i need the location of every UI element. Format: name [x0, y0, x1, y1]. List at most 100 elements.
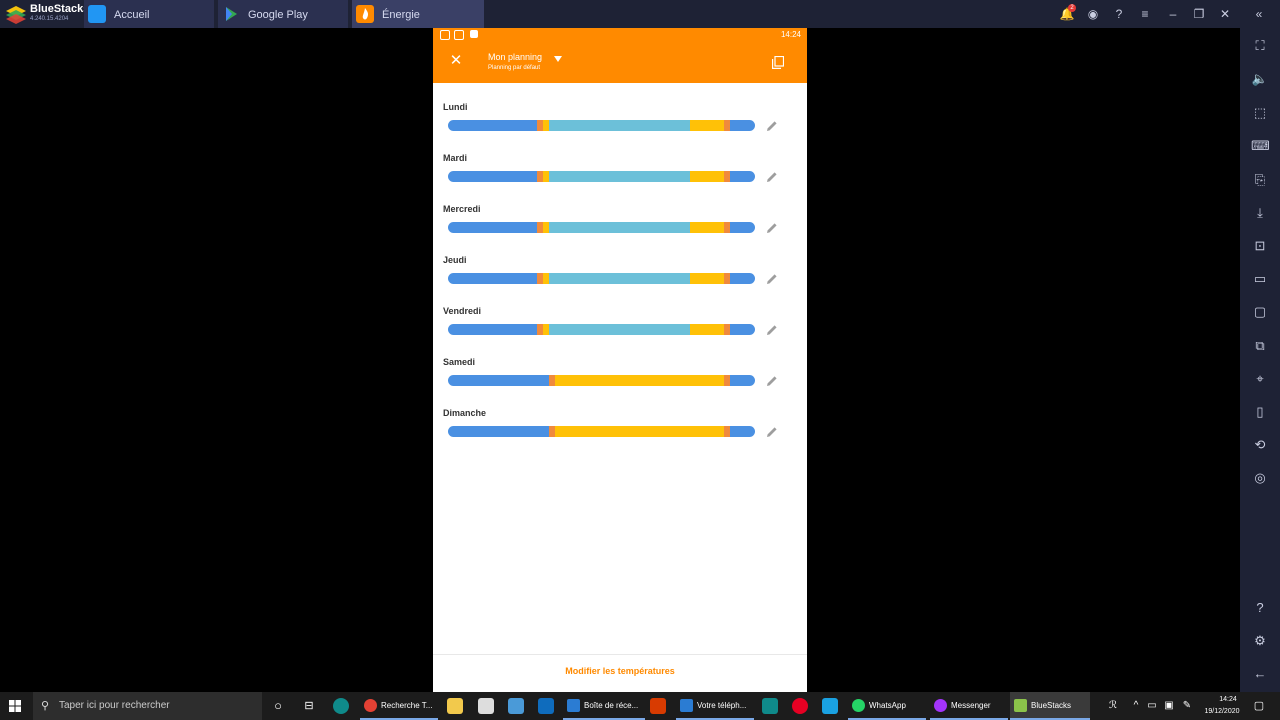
modify-temperatures-button[interactable]: Modifier les températures [433, 666, 807, 676]
copy-icon[interactable] [772, 56, 784, 69]
dropdown-arrow-icon[interactable] [554, 56, 562, 62]
taskbar-time[interactable]: 14:24 [1212, 696, 1244, 703]
task-view-icon[interactable]: ⊟ [301, 698, 317, 714]
schedule-segment [448, 120, 538, 131]
taskbar-app-phone[interactable]: Votre téléph... [676, 692, 754, 720]
planning-title[interactable]: Mon planning [488, 52, 542, 62]
office-icon[interactable] [650, 698, 666, 714]
schedule-segment [690, 120, 725, 131]
file-explorer-icon[interactable] [447, 698, 463, 714]
chrome-icon [364, 699, 377, 712]
day-schedule-bar[interactable] [448, 324, 755, 335]
shake-icon[interactable]: ▯ [1251, 403, 1269, 421]
cortana-icon[interactable]: ○ [270, 698, 286, 714]
home-icon [88, 5, 106, 23]
edit-pencil-icon[interactable] [766, 273, 778, 285]
tab-label: Google Play [248, 9, 308, 21]
minimize-icon[interactable]: – [1165, 6, 1181, 22]
taskbar-app-messenger[interactable]: Messenger [930, 692, 1008, 720]
battery-icon[interactable]: ▭ [1144, 698, 1160, 714]
screenshot-icon[interactable]: ⊡ [1251, 237, 1269, 255]
edit-pencil-icon[interactable] [766, 222, 778, 234]
day-schedule-bar[interactable] [448, 171, 755, 182]
instagram-icon [440, 30, 450, 40]
pen-icon[interactable]: ✎ [1179, 698, 1195, 714]
app-label: Boîte de réce... [584, 701, 639, 710]
keyboard-icon[interactable]: ⌨ [1251, 137, 1270, 155]
play-store-icon [226, 7, 237, 21]
action-center-icon[interactable]: ▢ [1251, 698, 1267, 714]
network-icon[interactable]: ▣ [1161, 698, 1177, 714]
status-time: 14:24 [780, 30, 801, 39]
edit-pencil-icon[interactable] [766, 120, 778, 132]
outlook-icon[interactable] [538, 698, 554, 714]
search-placeholder: Taper ici pour rechercher [59, 700, 170, 711]
schedule-segment [555, 375, 725, 386]
people-icon[interactable]: ℛ [1105, 698, 1121, 714]
edit-pencil-icon[interactable] [766, 324, 778, 336]
edit-pencil-icon[interactable] [766, 375, 778, 387]
schedule-segment [549, 273, 691, 284]
android-screen: 14:24 ✕ Mon planning Planning par défaut… [433, 28, 807, 692]
planning-subtitle[interactable]: Planning par défaut [488, 65, 540, 71]
help-sidebar-icon[interactable]: ? [1251, 599, 1269, 617]
edit-pencil-icon[interactable] [766, 426, 778, 438]
gamepad-icon[interactable]: ◎ [1251, 469, 1269, 487]
multi-instance-icon[interactable]: ⧉ [1251, 337, 1269, 355]
taskbar-search[interactable]: ⚲ Taper ici pour rechercher [33, 692, 262, 720]
tab-energie[interactable]: Énergie [352, 0, 484, 28]
pointer-icon[interactable]: ⬚ [1251, 104, 1269, 122]
edge-icon[interactable] [333, 698, 349, 714]
tab-accueil[interactable]: Accueil [84, 0, 214, 28]
app-label: Messenger [951, 701, 991, 710]
day-schedule-bar[interactable] [448, 222, 755, 233]
instagram-taskbar-icon[interactable] [762, 698, 778, 714]
day-label: Vendredi [443, 306, 482, 316]
bluestacks-version: 4.240.15.4204 [30, 16, 69, 22]
schedule-segment [549, 222, 691, 233]
day-schedule-bar[interactable] [448, 273, 755, 284]
help-icon[interactable]: ? [1111, 6, 1127, 22]
app-header: ✕ Mon planning Planning par défaut [433, 42, 807, 83]
location-icon[interactable]: ⌖ [1251, 370, 1269, 388]
taskbar-app-bluestacks[interactable]: BlueStacks [1010, 692, 1090, 720]
schedule-segment [549, 120, 691, 131]
folder-icon[interactable]: ▢ [1251, 303, 1269, 321]
day-schedule-bar[interactable] [448, 426, 755, 437]
menu-icon[interactable]: ≡ [1137, 6, 1153, 22]
show-hidden-icons-chevron-icon[interactable]: ^ [1128, 698, 1144, 714]
record-icon[interactable]: ▭ [1251, 270, 1269, 288]
download-icon[interactable]: ⤓ [1251, 204, 1269, 222]
schedule-segment [549, 324, 691, 335]
windows-start-icon[interactable] [9, 700, 21, 712]
notification-bell-icon[interactable]: 🔔 2 [1059, 4, 1076, 22]
settings-icon[interactable]: ⚙ [1251, 632, 1269, 650]
taskbar-app-whatsapp[interactable]: WhatsApp [848, 692, 926, 720]
photos-icon[interactable] [508, 698, 524, 714]
close-window-icon[interactable]: ✕ [1217, 6, 1233, 22]
account-icon[interactable]: ◉ [1085, 6, 1101, 22]
search-icon: ⚲ [41, 700, 50, 712]
volume-icon[interactable]: 🔈 [1251, 70, 1269, 88]
restore-icon[interactable]: ❐ [1191, 6, 1207, 22]
pinterest-icon[interactable] [792, 698, 808, 714]
day-label: Mercredi [443, 204, 481, 214]
edit-pencil-icon[interactable] [766, 171, 778, 183]
schedule-segment [448, 426, 550, 437]
day-schedule-bar[interactable] [448, 375, 755, 386]
install-apk-icon[interactable]: ⎘ [1251, 171, 1269, 189]
rotate-icon[interactable]: ⟲ [1251, 436, 1269, 454]
taskbar-app-chrome[interactable]: Recherche T... [360, 692, 438, 720]
close-icon[interactable]: ✕ [449, 53, 463, 68]
fullscreen-icon[interactable]: ⛶ [1251, 37, 1269, 55]
tab-google-play[interactable]: Google Play [218, 0, 348, 28]
day-schedule-bar[interactable] [448, 120, 755, 131]
taskbar-date[interactable]: 19/12/2020 [1200, 708, 1244, 715]
calculator-icon[interactable] [822, 698, 838, 714]
taskbar-app-mail[interactable]: Boîte de réce... [563, 692, 645, 720]
day-label: Dimanche [443, 408, 487, 418]
notification-badge: 2 [1068, 4, 1076, 12]
back-icon[interactable]: ← [1251, 665, 1269, 683]
store-icon[interactable] [478, 698, 494, 714]
collapse-sidebar-icon[interactable]: « [1251, 6, 1267, 22]
